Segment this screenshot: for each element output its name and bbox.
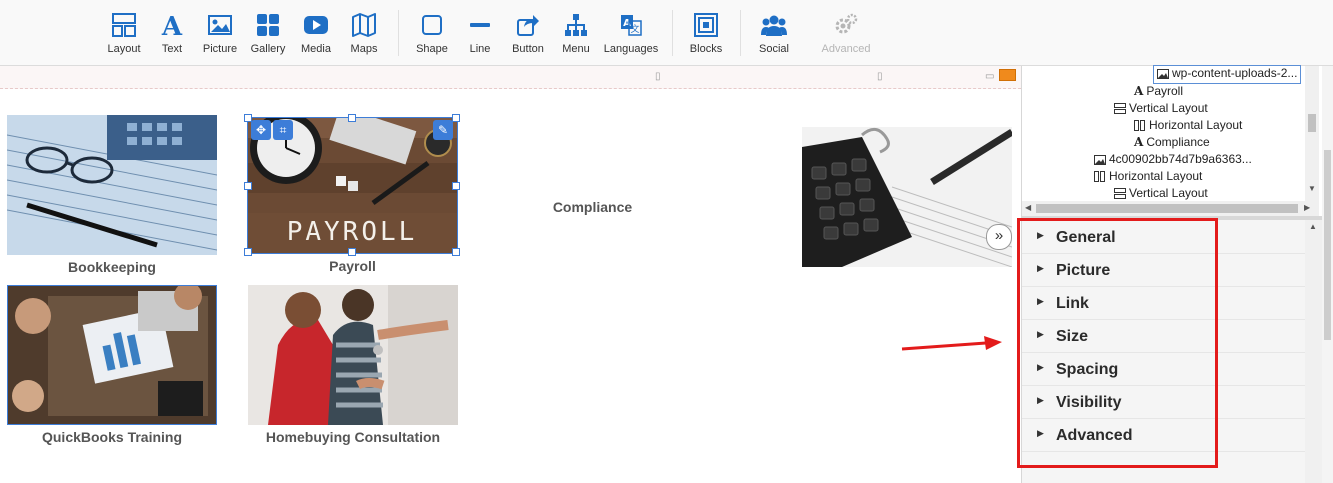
text-icon: A [1134,84,1144,99]
resize-handle[interactable] [348,248,356,256]
text-icon: A [1134,135,1144,150]
edit-pencil-icon[interactable]: ✎ [433,120,453,140]
tree-item-horizontal-layout[interactable]: Horizontal Layout [1134,117,1242,134]
toolbar-separator [740,10,741,56]
tree-item-image[interactable]: 4c00902bb74d7b9a6363... [1094,151,1252,168]
svg-text:文: 文 [630,23,639,35]
tree-item-label: Horizontal Layout [1109,169,1203,183]
tree-item-label: Payroll [1146,84,1183,98]
breakpoint-ruler: ▯ ▯ ▭ [0,66,1021,89]
resize-handle[interactable] [452,114,460,122]
scrollbar-thumb[interactable] [1324,150,1331,340]
line-icon [470,23,490,27]
toolbar-separator [672,10,673,56]
resize-handle[interactable] [244,248,252,256]
blocks-tool-label: Blocks [689,43,723,55]
image-icon [1094,154,1106,165]
gallery-icon [257,14,279,36]
tree-item-label: 4c00902bb74d7b9a6363... [1109,152,1252,166]
tree-item-image-selected[interactable]: wp-content-uploads-2... [1153,65,1302,84]
calculator-image[interactable] [802,127,1012,267]
toolbar: Layout A Text Picture Gallery Media Maps… [0,0,1333,66]
layer-tree: wp-content-uploads-2... A Payroll Vertica… [1022,65,1333,216]
quickbooks-image[interactable] [7,285,217,425]
tree-item-vertical-layout[interactable]: Vertical Layout [1114,100,1208,117]
share-arrow-icon [517,15,539,36]
advanced-tool[interactable]: Advanced [814,10,878,60]
bookkeeping-caption[interactable]: Bookkeeping [7,259,217,275]
tree-item-label: Vertical Layout [1129,186,1208,200]
social-tool-label: Social [759,43,789,55]
sitemap-icon [565,14,587,36]
quickbooks-photo-illustration [8,286,216,424]
mobile-breakpoint-icon[interactable]: ▯ [655,71,661,82]
layout-icon [112,13,136,37]
resize-handle[interactable] [452,248,460,256]
pointer-arrow-icon [901,336,1002,351]
scroll-left-icon[interactable]: ◀ [1025,203,1031,212]
languages-tool[interactable]: A文 Languages [599,10,663,60]
text-icon: A [161,12,183,38]
panel-outer-scrollbar[interactable] [1322,66,1333,483]
scrollbar-thumb[interactable] [1036,204,1298,213]
move-icon[interactable]: ✥ [251,120,271,140]
shape-square-icon [422,15,442,35]
properties-scrollbar[interactable]: ▲ [1305,220,1322,483]
resize-handle[interactable] [452,182,460,190]
picture-icon [208,15,232,35]
compliance-caption[interactable]: Compliance [500,199,685,215]
horizontal-layout-icon [1094,171,1105,183]
quickbooks-caption[interactable]: QuickBooks Training [7,429,217,445]
scroll-right-icon[interactable]: ▶ [1304,203,1310,212]
tree-item-horizontal-layout[interactable]: Horizontal Layout [1094,168,1202,185]
tree-horizontal-scrollbar[interactable]: ◀ ▶ [1022,201,1319,216]
vertical-layout-icon [1114,188,1126,200]
calculator-photo-illustration [802,127,1012,267]
image-icon [1157,68,1169,79]
bookkeeping-image[interactable] [7,115,217,255]
languages-tool-label: Languages [603,43,659,55]
social-tool[interactable]: Social [742,10,806,60]
vertical-layout-icon [1114,103,1126,115]
map-icon [352,13,376,37]
tree-item-label: Horizontal Layout [1149,118,1243,132]
social-users-icon [761,15,787,36]
crop-icon[interactable]: ⌗ [273,120,293,140]
maps-tool-label: Maps [350,43,378,55]
scroll-down-icon[interactable]: ▼ [1308,184,1316,193]
resize-handle[interactable] [348,114,356,122]
blocks-tool[interactable]: Blocks [674,10,738,60]
scroll-up-icon[interactable]: ▲ [1309,222,1317,231]
homebuying-photo-illustration [248,285,458,425]
homebuying-caption[interactable]: Homebuying Consultation [248,429,458,445]
tablet-breakpoint-icon[interactable]: ▯ [877,71,883,82]
blocks-icon [694,13,718,37]
horizontal-layout-icon [1134,120,1145,132]
expand-panel-icon[interactable]: » [986,224,1012,250]
tree-item-vertical-layout[interactable]: Vertical Layout [1114,185,1208,202]
toolbar-separator [398,10,399,56]
tree-item-compliance-text[interactable]: A Compliance [1134,134,1210,151]
tree-item-label: Vertical Layout [1129,101,1208,115]
gears-icon [835,13,858,34]
tree-item-payroll-text[interactable]: A Payroll [1134,83,1183,100]
bookkeeping-photo-illustration [7,115,217,255]
resize-handle[interactable] [244,182,252,190]
translate-icon: A文 [621,15,642,36]
media-play-icon [304,16,328,34]
advanced-tool-label: Advanced [821,43,871,55]
tree-item-label: wp-content-uploads-2... [1172,66,1298,80]
maps-tool[interactable]: Maps [332,10,396,60]
tree-item-label: Compliance [1146,135,1210,149]
tree-vertical-scrollbar[interactable]: ▼ [1305,66,1319,201]
red-highlight-box [1017,218,1218,468]
payroll-caption[interactable]: Payroll [248,258,457,274]
svg-text:A: A [161,12,183,38]
laptop-breakpoint-icon[interactable]: ▭ [985,71,994,82]
scrollbar-thumb[interactable] [1308,114,1316,132]
homebuying-image[interactable] [248,285,458,425]
desktop-breakpoint-icon[interactable] [999,69,1016,81]
